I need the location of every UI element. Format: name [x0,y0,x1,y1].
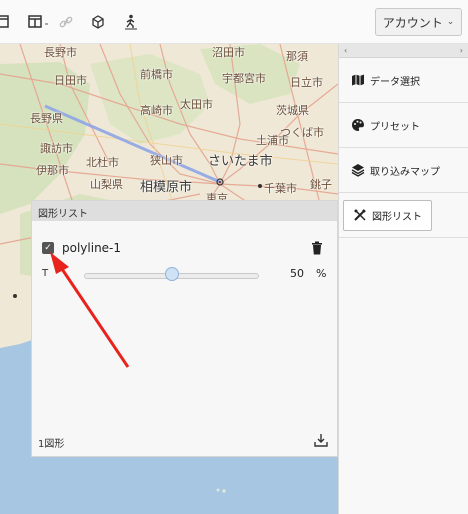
map-label: 銚子 [310,178,332,191]
map-label: 狭山市 [150,154,183,167]
map-label: 北杜市 [86,156,119,169]
download-icon[interactable] [314,432,328,451]
panel-collapse-bar[interactable]: ‹ › [339,44,468,58]
map-label: つくば市 [280,126,324,139]
draw-tools-icon [354,209,366,221]
menu-item-shape-list[interactable]: 図形リスト [339,193,468,238]
map-icon [352,74,364,86]
opacity-value: 50 [290,267,304,280]
chevron-left-icon[interactable]: ‹ [344,46,347,55]
map-label: 宇都宮市 [222,72,266,85]
map-label: 長野県 [30,112,63,125]
map-label: 前橋市 [140,68,173,81]
opacity-slider-handle[interactable] [164,267,179,281]
chevron-right-icon[interactable]: › [460,46,463,55]
transparency-label: T [42,268,49,279]
menu-item-label: 取り込みマップ [370,166,440,178]
map-label: 茨城県 [276,104,309,117]
layers-icon [351,164,365,177]
top-toolbar: アカウント ⌄ [0,0,468,44]
shape-row: ✓ polyline-1 [42,239,327,257]
map-label: 高崎市 [140,104,173,117]
account-button[interactable]: アカウント ⌄ [375,8,462,36]
menu-item-label: データ選択 [370,76,420,88]
chevron-down-icon: ⌄ [446,17,455,27]
window-icon[interactable] [0,12,10,32]
shape-list-panel: 図形リスト ✓ polyline-1 T 50 % 1図形 [31,200,338,457]
opacity-row: T 50 % [42,267,327,283]
map-label: 相模原市 [140,180,193,195]
shape-list-title: 図形リスト [32,201,337,221]
map-label: 日田市 [54,74,87,87]
map-label: 伊那市 [36,164,69,177]
palette-icon [352,119,364,131]
map-label: さいたま市 [208,154,273,169]
trash-icon[interactable] [311,240,323,259]
map-label: 諏訪市 [40,142,73,155]
menu-item-data-select[interactable]: データ選択 [339,58,468,103]
menu-item-label: プリセット [370,121,420,133]
shape-visibility-checkbox[interactable]: ✓ [42,242,54,254]
shape-count: 1図形 [38,439,65,450]
map-label: 日立市 [290,76,323,89]
account-label: アカウント [382,15,443,30]
map-label: 長野市 [44,46,77,59]
right-side-panel: ‹ › データ選択 プリセット 取り込みマップ 図形リスト [338,44,468,514]
shape-list-button[interactable]: 図形リスト [343,199,432,231]
map-label: 千葉市 [264,182,297,195]
map-label: 那須 [286,50,308,63]
map-label: 沼田市 [212,46,245,59]
map-label: 山梨県 [90,178,123,191]
menu-item-import-map[interactable]: 取り込みマップ [339,148,468,193]
split-view-icon[interactable] [28,12,50,32]
opacity-unit: % [316,267,327,280]
map-label: 太田市 [180,98,213,111]
menu-item-preset[interactable]: プリセット [339,103,468,148]
cube-icon[interactable] [90,12,106,32]
link-icon[interactable] [58,12,74,32]
shape-name[interactable]: polyline-1 [62,241,121,255]
person-walk-icon[interactable] [123,12,139,32]
menu-item-label: 図形リスト [372,211,422,223]
